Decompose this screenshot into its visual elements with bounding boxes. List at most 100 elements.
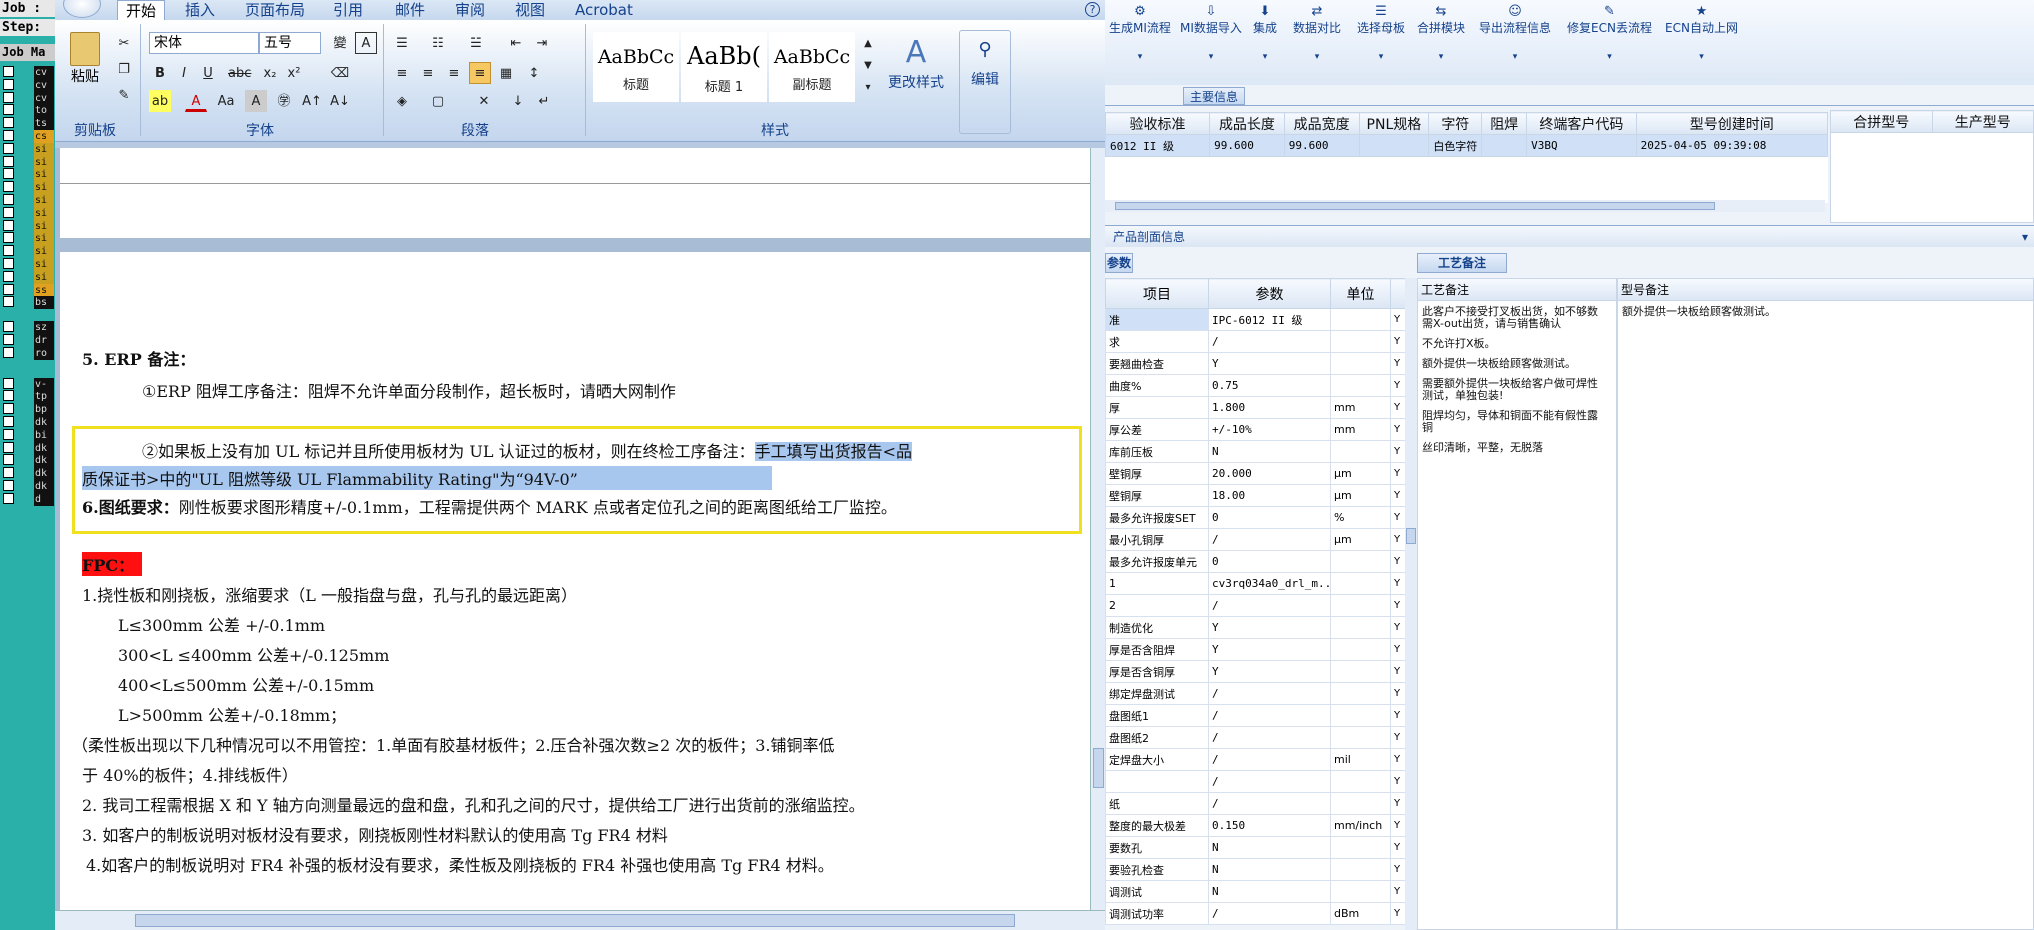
shading-icon[interactable]: ◈ [391, 90, 413, 112]
row-checkbox[interactable] [3, 258, 14, 269]
row-checkbox[interactable] [3, 155, 14, 167]
table-row[interactable]: 厚公差 +/-10% mm Y [1105, 418, 1406, 441]
column-header[interactable]: 字符 [1428, 112, 1483, 135]
table-row[interactable]: 要验孔检查 N Y [1105, 858, 1406, 881]
char-border-icon[interactable]: A [355, 32, 377, 54]
table-row[interactable]: 壁铜厚 20.000 μm Y [1105, 462, 1406, 485]
table-row[interactable]: 库前压板 N Y [1105, 440, 1406, 463]
toolbar-button[interactable]: ☰ 选择母板 ▾ [1357, 4, 1405, 65]
tab-mailings[interactable]: 邮件 [395, 0, 425, 20]
tab-insert[interactable]: 插入 [185, 0, 215, 20]
row-checkbox[interactable] [3, 142, 14, 154]
table-row[interactable]: 要数孔 N Y [1105, 836, 1406, 859]
table-row[interactable]: 1 cv3rq034a0_drl_m... Y [1105, 572, 1406, 595]
document-page[interactable]: 5. ERP 备注： ①ERP 阻焊工序备注：阻焊不允许单面分段制作，超长板时，… [60, 148, 1090, 910]
table-row[interactable]: 准 IPC-6012 II 级Y [1105, 308, 1406, 331]
column-header[interactable]: 参数 [1208, 278, 1331, 309]
strikethrough-button[interactable]: abc [227, 62, 251, 84]
row-checkbox[interactable] [3, 346, 14, 358]
scroll-thumb[interactable] [1093, 748, 1104, 788]
row-checkbox[interactable] [3, 270, 14, 282]
table-row[interactable]: 调测试功率 / dBm Y [1105, 902, 1406, 925]
increase-indent-icon[interactable]: ⇥ [531, 32, 553, 54]
row-checkbox[interactable] [3, 377, 14, 389]
office-button[interactable] [63, 0, 101, 18]
row-checkbox[interactable] [3, 91, 14, 103]
tab-main-info[interactable]: 主要信息 [1183, 87, 1245, 105]
column-header[interactable]: PNL规格 [1358, 112, 1430, 135]
table-row[interactable]: 定焊盘大小 / mil Y [1105, 748, 1406, 771]
row-checkbox[interactable] [3, 194, 14, 205]
style-heading-1[interactable]: AaBb( 标题 1 [681, 32, 767, 102]
table-row[interactable]: 厚是否含铜厚 Y Y [1105, 660, 1406, 683]
paste-button[interactable]: 粘贴 [63, 32, 107, 86]
row-checkbox[interactable] [3, 416, 14, 427]
column-header[interactable]: 型号创建时间 [1635, 112, 1829, 135]
row-checkbox[interactable] [3, 78, 14, 90]
tab-review[interactable]: 审阅 [455, 0, 485, 20]
bold-button[interactable]: B [149, 62, 171, 84]
column-header[interactable]: 成品宽度 [1283, 112, 1360, 135]
style-subtitle[interactable]: AaBbCc 副标题 [769, 32, 855, 102]
row-checkbox[interactable] [3, 441, 14, 453]
toolbar-button[interactable]: ⇩ MI数据导入 ▾ [1180, 4, 1242, 65]
distribute-icon[interactable]: ▦ [495, 62, 517, 84]
table-row[interactable]: 调测试 N Y [1105, 880, 1406, 903]
chinese-layout-icon[interactable]: ✕ [473, 90, 495, 112]
table-row[interactable]: / Y [1105, 770, 1406, 793]
row-checkbox[interactable] [3, 467, 14, 479]
tab-params[interactable]: 参数 [1105, 253, 1133, 273]
align-center-icon[interactable]: ≡ [417, 62, 439, 84]
numbering-icon[interactable]: ☷ [427, 32, 449, 54]
column-header[interactable]: 合拼型号 [1830, 110, 1933, 133]
tab-references[interactable]: 引用 [333, 0, 363, 20]
underline-button[interactable]: U [197, 62, 219, 84]
row-checkbox[interactable] [3, 454, 14, 466]
toolbar-button[interactable]: ☺ 导出流程信息 ▾ [1479, 4, 1551, 65]
toolbar-button[interactable]: ★ ECN自动上网 ▾ [1665, 4, 1738, 65]
row-checkbox[interactable] [3, 168, 14, 180]
table-row[interactable]: 制造优化 Y Y [1105, 616, 1406, 639]
clear-format-icon[interactable]: ⌫ [329, 62, 351, 84]
shrink-font-icon[interactable]: A↓ [329, 90, 351, 112]
table-row[interactable]: 求 / Y [1105, 330, 1406, 353]
grow-font-icon[interactable]: A↑ [301, 90, 323, 112]
row-checkbox[interactable] [3, 283, 14, 295]
tab-home[interactable]: 开始 [117, 0, 166, 20]
justify-icon[interactable]: ≡ [469, 62, 491, 84]
font-size-combo[interactable]: 五号 [259, 32, 321, 54]
font-name-combo[interactable]: 宋体 [149, 32, 259, 54]
table-row[interactable]: 盘图纸2/Y [1105, 726, 1406, 749]
table-row[interactable]: 壁铜厚 18.00 μm Y [1105, 484, 1406, 507]
params-scrollbar[interactable] [1405, 278, 1417, 930]
table-row[interactable]: 最小孔铜厚 / μm Y [1105, 528, 1406, 551]
copy-icon[interactable]: ❐ [113, 58, 135, 80]
row-checkbox[interactable] [3, 390, 14, 402]
table-row[interactable]: 曲度% 0.75 Y [1105, 374, 1406, 397]
column-header[interactable]: 项目 [1105, 278, 1209, 309]
table-row[interactable]: 厚 1.800 mm Y [1105, 396, 1406, 419]
table-row[interactable]: 最多允许报废SET 0% Y [1105, 506, 1406, 529]
tab-process-notes[interactable]: 工艺备注 [1417, 253, 1507, 273]
toolbar-button[interactable]: ⇄ 数据对比 ▾ [1293, 4, 1341, 65]
row-checkbox[interactable] [3, 232, 14, 244]
help-icon[interactable]: ? [1085, 2, 1100, 17]
toolbar-button[interactable]: ⬇ 集成 ▾ [1253, 4, 1277, 65]
column-header[interactable]: 阻焊 [1481, 112, 1528, 135]
bullets-icon[interactable]: ☰ [391, 32, 413, 54]
table-row[interactable]: 2/Y [1105, 594, 1406, 617]
edit-button[interactable]: ⚲ 编辑 [959, 30, 1011, 134]
toolbar-button[interactable]: ✎ 修复ECN丢流程 ▾ [1567, 4, 1652, 65]
row-checkbox[interactable] [3, 219, 14, 231]
row-checkbox[interactable] [3, 66, 14, 77]
table-row[interactable]: 要翘曲检查 Y Y [1105, 352, 1406, 375]
table-row[interactable]: 整度的最大极差 0.150 mm/inch Y [1105, 814, 1406, 837]
align-right-icon[interactable]: ≡ [443, 62, 465, 84]
row-checkbox[interactable] [3, 403, 14, 415]
font-size-change-icon[interactable]: Aa [215, 90, 237, 112]
multilevel-list-icon[interactable]: ☱ [465, 32, 487, 54]
job-row[interactable]: bs [0, 296, 55, 310]
column-header[interactable]: 成品长度 [1209, 112, 1285, 135]
row-checkbox[interactable] [3, 130, 14, 141]
show-marks-icon[interactable]: ↵ [533, 90, 555, 112]
